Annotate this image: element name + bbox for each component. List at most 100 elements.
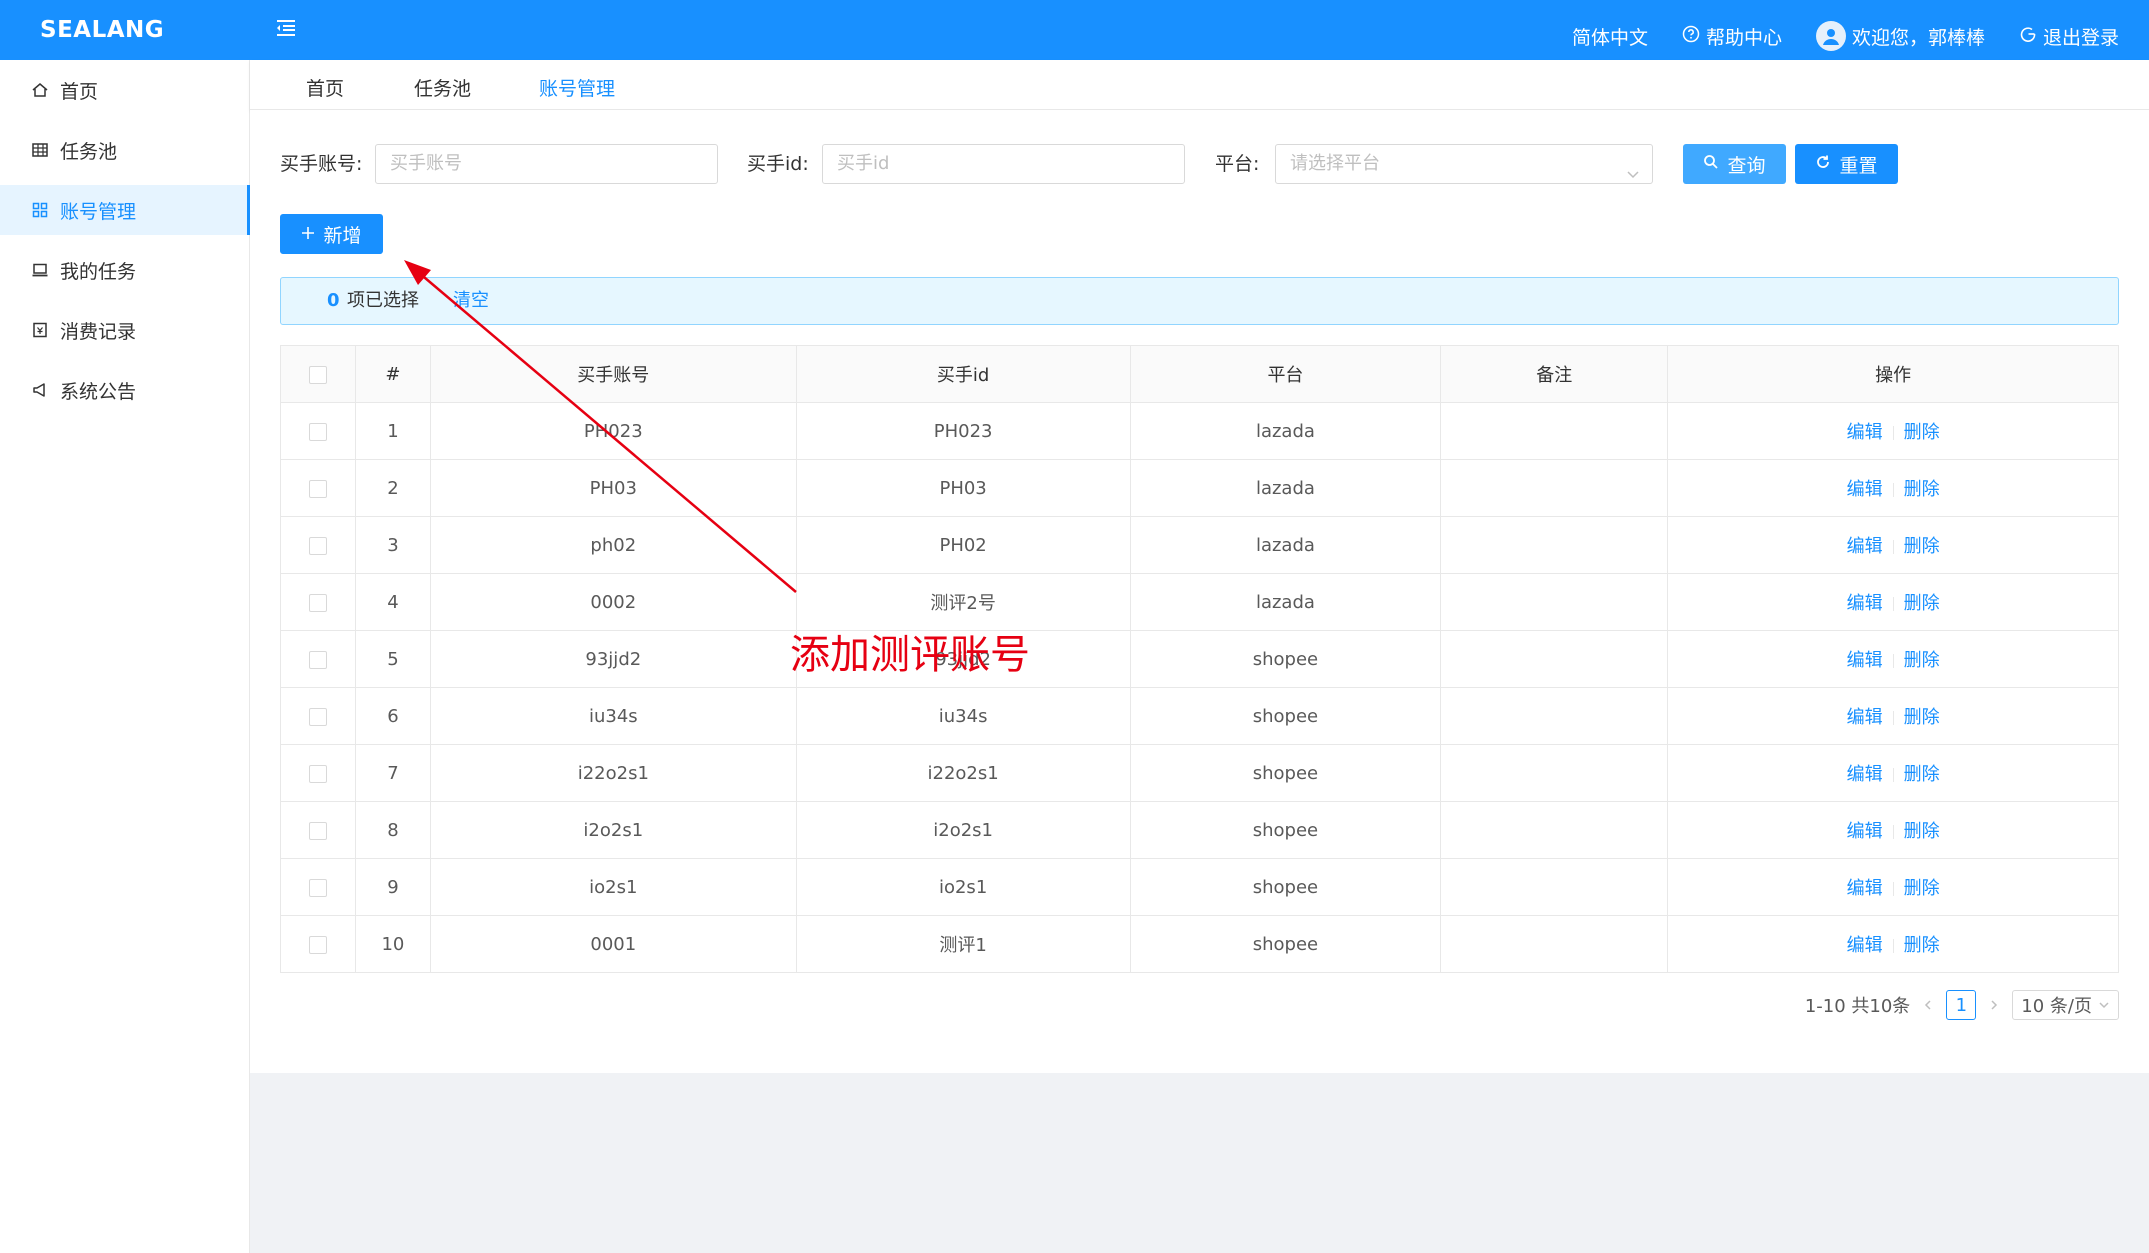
top-header: SEALANG 简体中文 帮助中心 欢迎您，郭棒棒 退出登录	[0, 0, 2149, 60]
buyer-id-placeholder: 买手id	[837, 153, 890, 174]
delete-link[interactable]: 删除	[1904, 536, 1940, 557]
edit-link[interactable]: 编辑	[1847, 422, 1883, 443]
table-row: 2 PH03 PH03 lazada 编辑 删除	[280, 459, 2119, 517]
logout-button[interactable]: 退出登录	[2019, 23, 2119, 50]
row-checkbox[interactable]	[308, 935, 327, 954]
delete-link[interactable]: 删除	[1904, 422, 1940, 443]
delete-link[interactable]: 删除	[1904, 479, 1940, 500]
row-checkbox[interactable]	[308, 707, 327, 726]
buyer-id-cell: PH02	[796, 516, 1131, 574]
buyer-id-label: 买手id:	[747, 153, 809, 175]
edit-link[interactable]: 编辑	[1847, 593, 1883, 614]
prev-page-icon[interactable]	[1922, 995, 1934, 1016]
edit-link[interactable]: 编辑	[1847, 707, 1883, 728]
next-page-icon[interactable]	[1988, 995, 2000, 1016]
pagination: 1-10 共10条 1 10 条/页	[1805, 990, 2119, 1020]
edit-link[interactable]: 编辑	[1847, 878, 1883, 899]
row-index: 4	[355, 573, 431, 631]
delete-link[interactable]: 删除	[1904, 935, 1940, 956]
column-header: 平台	[1130, 345, 1442, 403]
welcome-text: 欢迎您，郭棒棒	[1851, 26, 1985, 49]
delete-link[interactable]: 删除	[1904, 650, 1940, 671]
page-number-current[interactable]: 1	[1946, 990, 1977, 1020]
apps-icon	[30, 200, 50, 220]
buyer-id-input[interactable]: 买手id	[822, 144, 1185, 184]
language-label: 简体中文	[1571, 26, 1648, 49]
delete-link[interactable]: 删除	[1904, 593, 1940, 614]
sidebar-item-task-pool[interactable]: 任务池	[0, 125, 250, 175]
footer-background	[250, 1073, 2149, 1253]
megaphone-icon	[30, 380, 50, 400]
row-checkbox[interactable]	[308, 422, 327, 441]
app-logo: SEALANG	[40, 17, 165, 43]
tab-task-pool[interactable]: 任务池	[414, 60, 471, 110]
plus-icon	[301, 223, 315, 245]
edit-link[interactable]: 编辑	[1847, 650, 1883, 671]
action-divider	[1892, 483, 1894, 497]
row-checkbox[interactable]	[308, 821, 327, 840]
platform-cell: shopee	[1130, 858, 1442, 916]
row-index: 10	[355, 915, 431, 973]
language-switch[interactable]: 简体中文	[1572, 23, 1648, 50]
sidebar: 首页 任务池 账号管理 我的任务 消费记录 系统公告	[0, 60, 250, 1253]
delete-link[interactable]: 删除	[1904, 707, 1940, 728]
row-checkbox[interactable]	[308, 878, 327, 897]
delete-link[interactable]: 删除	[1904, 878, 1940, 899]
row-select-cell	[280, 459, 356, 517]
row-checkbox[interactable]	[308, 593, 327, 612]
actions-cell: 编辑 删除	[1667, 801, 2119, 859]
menu-fold-icon[interactable]	[274, 16, 298, 40]
column-header: 买手账号	[430, 345, 797, 403]
row-checkbox[interactable]	[308, 650, 327, 669]
platform-select[interactable]: 请选择平台	[1275, 144, 1653, 184]
actions-cell: 编辑 删除	[1667, 744, 2119, 802]
clear-selection-link[interactable]: 清空	[453, 278, 489, 324]
column-header: 操作	[1667, 345, 2119, 403]
buyer-account-cell: iu34s	[430, 687, 797, 745]
tab-account-management[interactable]: 账号管理	[539, 60, 615, 110]
action-divider	[1892, 597, 1894, 611]
edit-link[interactable]: 编辑	[1847, 479, 1883, 500]
tab-home[interactable]: 首页	[306, 60, 344, 110]
sidebar-item-account-management[interactable]: 账号管理	[0, 185, 250, 235]
action-divider	[1892, 825, 1894, 839]
reload-icon	[1815, 153, 1831, 175]
row-index: 7	[355, 744, 431, 802]
table-row: 7 i22o2s1 i22o2s1 shopee 编辑 删除	[280, 744, 2119, 802]
table-row: 6 iu34s iu34s shopee 编辑 删除	[280, 687, 2119, 745]
table-row: 4 0002 测评2号 lazada 编辑 删除	[280, 573, 2119, 631]
delete-link[interactable]: 删除	[1904, 764, 1940, 785]
help-center-link[interactable]: 帮助中心	[1682, 23, 1782, 50]
edit-link[interactable]: 编辑	[1847, 935, 1883, 956]
actions-cell: 编辑 删除	[1667, 915, 2119, 973]
sidebar-item-home[interactable]: 首页	[0, 65, 250, 115]
sidebar-item-consumption-records[interactable]: 消费记录	[0, 305, 250, 355]
remark-cell	[1440, 402, 1669, 460]
reset-button[interactable]: 重置	[1795, 144, 1898, 184]
add-button[interactable]: 新增	[280, 214, 383, 254]
buyer-id-cell: PH03	[796, 459, 1131, 517]
table-row: 10 0001 测评1 shopee 编辑 删除	[280, 915, 2119, 973]
remark-cell	[1440, 516, 1669, 574]
edit-link[interactable]: 编辑	[1847, 536, 1883, 557]
query-button[interactable]: 查询	[1683, 144, 1786, 184]
chevron-down-icon	[1626, 157, 1640, 179]
sidebar-item-announcements[interactable]: 系统公告	[0, 365, 250, 415]
row-select-cell	[280, 801, 356, 859]
edit-link[interactable]: 编辑	[1847, 821, 1883, 842]
row-checkbox[interactable]	[308, 764, 327, 783]
row-checkbox[interactable]	[308, 536, 327, 555]
logout-label: 退出登录	[2042, 26, 2119, 49]
row-select-cell	[280, 573, 356, 631]
actions-cell: 编辑 删除	[1667, 402, 2119, 460]
sidebar-item-my-tasks[interactable]: 我的任务	[0, 245, 250, 295]
edit-link[interactable]: 编辑	[1847, 764, 1883, 785]
action-divider	[1892, 768, 1894, 782]
delete-link[interactable]: 删除	[1904, 821, 1940, 842]
row-checkbox[interactable]	[308, 479, 327, 498]
user-menu[interactable]: 欢迎您，郭棒棒	[1815, 21, 1985, 51]
select-all-checkbox[interactable]	[308, 365, 327, 384]
buyer-account-input[interactable]: 买手账号	[375, 144, 718, 184]
page-size-select[interactable]: 10 条/页	[2012, 990, 2119, 1020]
buyer-account-cell: io2s1	[430, 858, 797, 916]
